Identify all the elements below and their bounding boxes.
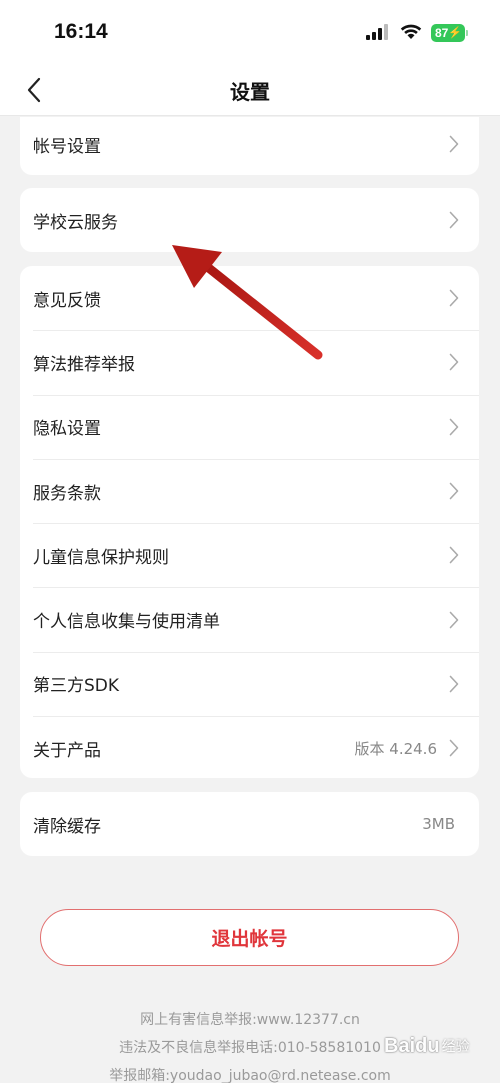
chevron-right-icon [449,135,459,153]
settings-item-terms[interactable]: 服务条款 [20,458,479,523]
chevron-right-icon [449,211,459,229]
settings-item-clear-cache[interactable]: 清除缓存 3MB [20,792,479,856]
settings-item-label: 算法推荐举报 [33,354,135,375]
settings-item-label: 意见反馈 [33,290,101,311]
settings-item-label: 隐私设置 [33,419,101,440]
settings-item-third-party-sdk[interactable]: 第三方SDK [20,651,479,716]
version-value: 版本 4.24.6 [354,739,437,758]
settings-item-algorithm-report[interactable]: 算法推荐举报 [20,330,479,394]
page-title: 设置 [230,80,270,104]
chevron-right-icon [449,418,459,436]
settings-item-label: 服务条款 [33,483,101,504]
settings-item-child-protection[interactable]: 儿童信息保护规则 [20,523,479,587]
chevron-right-icon [449,354,459,371]
settings-item-account[interactable]: 帐号设置 [20,117,479,171]
status-bar: 16:14 87 ⚡ [0,0,500,66]
cache-card: 清除缓存 3MB [20,792,479,856]
settings-item-label: 个人信息收集与使用清单 [33,612,220,633]
charging-bolt-icon: ⚡ [448,27,462,39]
settings-item-school-cloud[interactable]: 学校云服务 [20,188,479,252]
chevron-right-icon [449,482,459,500]
footer-report-email: 举报邮箱:youdao_jubao@rd.netease.com [109,1068,391,1083]
cache-size-value: 3MB [422,815,455,834]
school-cloud-card: 学校云服务 [20,188,479,252]
account-card: 帐号设置 [20,117,479,175]
chevron-right-icon [449,611,459,628]
settings-list-card: 意见反馈 算法推荐举报 隐私设置 服务条款 儿童信息保护规则 个人信息收集与使用… [20,266,479,778]
watermark-sub: 经验 [441,1039,470,1055]
baidu-watermark-logo: Baidu 经验 [384,1026,494,1066]
watermark-brand: Baidu [384,1034,440,1057]
wifi-icon [400,24,422,39]
logout-label: 退出帐号 [211,928,288,950]
settings-item-about[interactable]: 关于产品 版本 4.24.6 [20,716,479,778]
battery-icon: 87 ⚡ [431,24,465,42]
nav-bar: 设置 [0,66,500,116]
settings-item-label: 关于产品 [33,740,101,761]
settings-item-personal-info-list[interactable]: 个人信息收集与使用清单 [20,587,479,651]
logout-button[interactable]: 退出帐号 [40,909,459,966]
settings-item-label: 第三方SDK [33,676,120,697]
settings-item-feedback[interactable]: 意见反馈 [20,266,479,330]
chevron-right-icon [449,739,459,757]
battery-nub [466,30,468,36]
settings-item-label: 学校云服务 [33,212,118,233]
settings-item-label: 帐号设置 [33,136,101,157]
status-time: 16:14 [54,20,108,43]
settings-item-privacy[interactable]: 隐私设置 [20,394,479,459]
settings-item-label: 清除缓存 [33,816,101,837]
chevron-right-icon [449,547,459,564]
settings-item-label: 儿童信息保护规则 [33,547,169,568]
signal-icon [366,24,388,40]
battery-level: 87 [435,26,449,40]
chevron-right-icon [449,675,459,693]
chevron-right-icon [449,289,459,307]
